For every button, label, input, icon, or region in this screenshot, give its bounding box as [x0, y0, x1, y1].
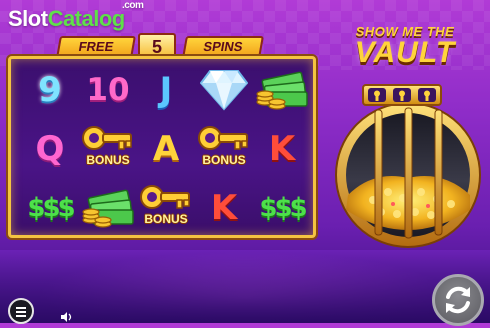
- watermark-suffix: .com: [122, 0, 144, 11]
- spin-button[interactable]: [432, 274, 484, 326]
- reel-symbol-9: 9: [21, 62, 79, 118]
- key-icon: BONUS: [79, 121, 137, 177]
- menu-button[interactable]: [8, 298, 34, 324]
- symbol-text: 9: [38, 70, 62, 110]
- watermark-catalog: Catalog: [47, 6, 126, 31]
- reel-symbol-k: K: [195, 180, 253, 236]
- symbol-text: Q: [35, 129, 65, 169]
- reel-symbol-q: Q: [21, 121, 79, 177]
- cash-stack-icon: [253, 62, 311, 118]
- game-logo: SHOW ME THE VAULT: [330, 24, 480, 69]
- speaker-icon[interactable]: [60, 312, 74, 322]
- diamond-icon: [195, 62, 253, 118]
- free-spins-banner: FREE 5 SPINS: [56, 33, 264, 61]
- keyhole-icon: [392, 88, 411, 102]
- free-label: FREE: [56, 36, 136, 58]
- symbol-text: $$$: [259, 193, 307, 223]
- reel-symbol-j: J: [137, 62, 195, 118]
- reel-symbol-key-bonus: BONUS: [137, 180, 195, 236]
- bonus-label: BONUS: [144, 212, 188, 226]
- reel-symbol-dollars: $$$: [21, 180, 79, 236]
- symbol-text: K: [268, 129, 296, 169]
- symbol-text: K: [210, 188, 238, 228]
- keyhole-icon: [367, 88, 386, 102]
- game-logo-line2: VAULT: [354, 36, 456, 69]
- spin-icon: [446, 286, 470, 314]
- spins-label: SPINS: [182, 36, 264, 58]
- symbol-text: $$$: [27, 193, 75, 223]
- vault-lock-bar: [362, 84, 442, 106]
- symbol-text: A: [152, 129, 180, 169]
- reel-symbol-k: K: [253, 121, 311, 177]
- reel-symbol-10: 10: [79, 62, 137, 118]
- reel-grid: 9 10 J Q BONUS A BONUS K $$$ BONUS K $$$: [8, 56, 316, 238]
- bonus-label: BONUS: [86, 153, 130, 167]
- cash-stack-icon: [79, 180, 137, 236]
- watermark-slot: Slot: [8, 6, 48, 31]
- menu-icon-line: [16, 315, 26, 317]
- keyhole-icon: [418, 88, 437, 102]
- reel-symbol-key-bonus: BONUS: [195, 121, 253, 177]
- watermark: SlotCatalog .com: [8, 0, 144, 32]
- symbol-text: J: [159, 70, 173, 110]
- vault-door: [335, 102, 481, 248]
- reel-symbol-a: A: [137, 121, 195, 177]
- reel-symbol-key-bonus: BONUS: [79, 121, 137, 177]
- menu-icon: [16, 307, 26, 309]
- bonus-label: BONUS: [202, 153, 246, 167]
- symbol-text: 10: [86, 72, 130, 108]
- menu-icon-line: [16, 311, 26, 313]
- reel-symbol-dollars: $$$: [253, 180, 311, 236]
- key-icon: BONUS: [137, 180, 195, 236]
- key-icon: BONUS: [195, 121, 253, 177]
